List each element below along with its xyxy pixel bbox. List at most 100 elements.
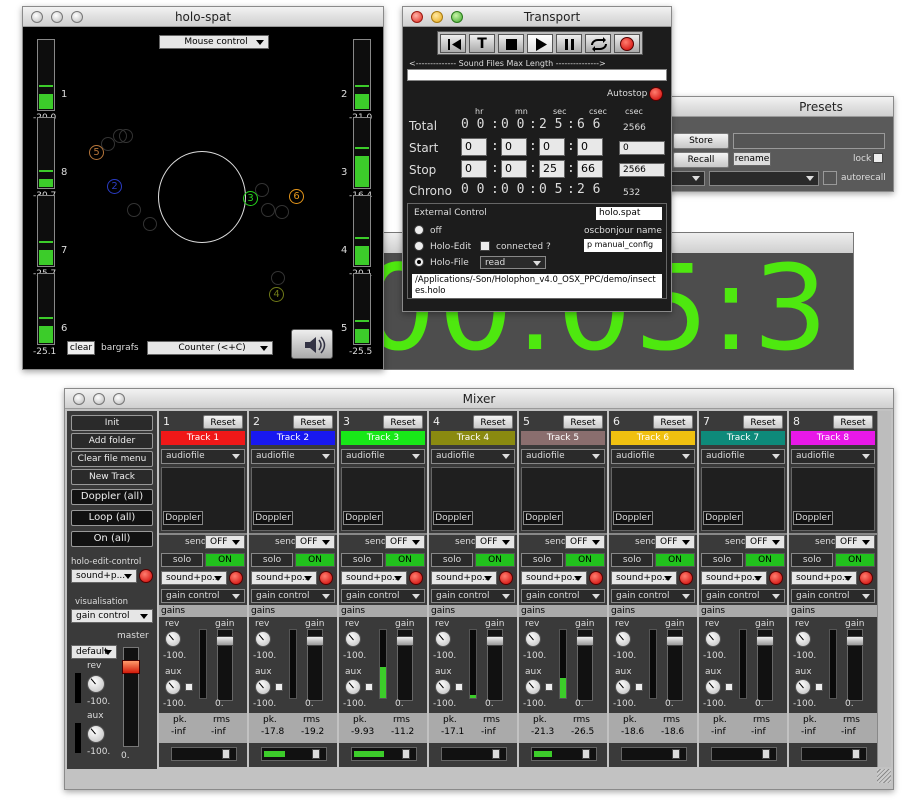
gain-fader-cap[interactable] [576, 636, 594, 646]
source-6[interactable]: 6 [289, 189, 304, 204]
gain-fader[interactable] [576, 629, 594, 701]
rev-knob[interactable] [705, 631, 721, 647]
rewind-button[interactable] [440, 34, 466, 53]
gain-fader[interactable] [756, 629, 774, 701]
gain-fader-cap[interactable] [756, 636, 774, 646]
track-record-button[interactable] [769, 571, 783, 585]
solo-button[interactable]: solo [431, 553, 473, 567]
solo-button[interactable]: solo [251, 553, 293, 567]
minimize-icon[interactable] [51, 11, 63, 23]
pan-slider-thumb[interactable] [762, 749, 770, 759]
on-button[interactable]: ON [205, 553, 245, 567]
start-mn-field[interactable]: 0 [501, 138, 527, 156]
hec-record-button[interactable] [139, 569, 153, 583]
ext-patch-field[interactable]: holo.spat [596, 207, 662, 220]
solo-button[interactable]: solo [611, 553, 653, 567]
on-button[interactable]: ON [475, 553, 515, 567]
pan-slider[interactable] [801, 747, 867, 761]
doppler-button[interactable]: Doppler [793, 511, 833, 525]
minimize-icon[interactable] [93, 393, 105, 405]
audiofile-select[interactable]: audiofile [161, 449, 245, 464]
mouse-control-select[interactable]: Mouse control [159, 35, 269, 49]
radio-off[interactable] [414, 225, 424, 235]
pan-slider-thumb[interactable] [492, 749, 500, 759]
aux-toggle[interactable] [275, 683, 283, 691]
text-button[interactable]: T [469, 34, 495, 53]
rename-button[interactable]: rename [733, 152, 771, 166]
manual-config-button[interactable]: p manual_config [584, 239, 662, 252]
gain-fader-cap[interactable] [486, 636, 504, 646]
track-record-button[interactable] [499, 571, 513, 585]
gain-fader[interactable] [306, 629, 324, 701]
doppler-button[interactable]: Doppler [703, 511, 743, 525]
send-select[interactable]: OFF [385, 535, 425, 549]
audiofile-select[interactable]: audiofile [251, 449, 335, 464]
reset-button[interactable]: Reset [743, 415, 783, 429]
audiofile-select[interactable]: audiofile [791, 449, 875, 464]
read-select[interactable]: read [480, 256, 546, 269]
gain-fader[interactable] [666, 629, 684, 701]
reset-button[interactable]: Reset [293, 415, 333, 429]
solo-button[interactable]: solo [341, 553, 383, 567]
rev-knob[interactable] [345, 631, 361, 647]
loop-button[interactable] [585, 34, 611, 53]
lock-checkbox[interactable] [873, 153, 883, 163]
recall-button[interactable]: Recall [673, 152, 729, 168]
doppler-button[interactable]: Doppler [343, 511, 383, 525]
on-button[interactable]: ON [385, 553, 425, 567]
solo-button[interactable]: solo [521, 553, 563, 567]
sound-pos-select[interactable]: sound+po... [431, 571, 497, 585]
aux-knob[interactable] [615, 679, 631, 695]
track-record-button[interactable] [679, 571, 693, 585]
pan-slider-thumb[interactable] [852, 749, 860, 759]
rev-knob[interactable] [795, 631, 811, 647]
play-button[interactable] [527, 34, 553, 53]
rev-knob[interactable] [615, 631, 631, 647]
pan-slider[interactable] [171, 747, 237, 761]
gain-fader[interactable] [846, 629, 864, 701]
stop-hr-field[interactable]: 0 [461, 160, 487, 178]
aux-toggle[interactable] [725, 683, 733, 691]
mixer-titlebar[interactable]: Mixer [65, 389, 893, 409]
audiofile-select[interactable]: audiofile [701, 449, 785, 464]
aux-toggle[interactable] [455, 683, 463, 691]
record-button[interactable] [614, 34, 640, 53]
pan-slider[interactable] [441, 747, 507, 761]
new-track-button[interactable]: New Track [71, 469, 153, 485]
master-fader[interactable] [122, 647, 140, 747]
stop-button[interactable] [498, 34, 524, 53]
audiofile-select[interactable]: audiofile [521, 449, 605, 464]
on-button[interactable]: ON [655, 553, 695, 567]
sound-pos-select[interactable]: sound+po... [251, 571, 317, 585]
minimize-icon[interactable] [431, 11, 443, 23]
aux-knob[interactable] [525, 679, 541, 695]
autostop-button[interactable] [649, 87, 663, 101]
gain-control-select[interactable]: gain control [521, 589, 605, 603]
store-button[interactable]: Store [673, 133, 729, 149]
start-total-field[interactable]: 0 [619, 141, 665, 155]
send-select[interactable]: OFF [835, 535, 875, 549]
pan-slider-thumb[interactable] [312, 749, 320, 759]
resize-grip[interactable] [877, 769, 891, 783]
sound-pos-select[interactable]: sound+po... [611, 571, 677, 585]
pan-slider[interactable] [711, 747, 777, 761]
sound-pos-select[interactable]: sound+po... [791, 571, 857, 585]
listening-area[interactable] [158, 151, 246, 243]
gain-fader-cap[interactable] [306, 636, 324, 646]
aux-toggle[interactable] [545, 683, 553, 691]
aux-knob[interactable] [345, 679, 361, 695]
radio-holo-edit[interactable] [414, 241, 424, 251]
gain-control-select[interactable]: gain control [341, 589, 425, 603]
master-fader-cap[interactable] [122, 660, 140, 674]
gain-fader-cap[interactable] [396, 636, 414, 646]
aux-knob[interactable] [435, 679, 451, 695]
aux-knob[interactable] [795, 679, 811, 695]
sound-pos-select[interactable]: sound+po... [701, 571, 767, 585]
counter-select[interactable]: Counter (<+C) [147, 341, 273, 355]
send-select[interactable]: OFF [745, 535, 785, 549]
hec-select[interactable]: sound+p... [71, 569, 137, 583]
send-select[interactable]: OFF [655, 535, 695, 549]
track-record-button[interactable] [589, 571, 603, 585]
pause-button[interactable] [556, 34, 582, 53]
solo-button[interactable]: solo [161, 553, 203, 567]
